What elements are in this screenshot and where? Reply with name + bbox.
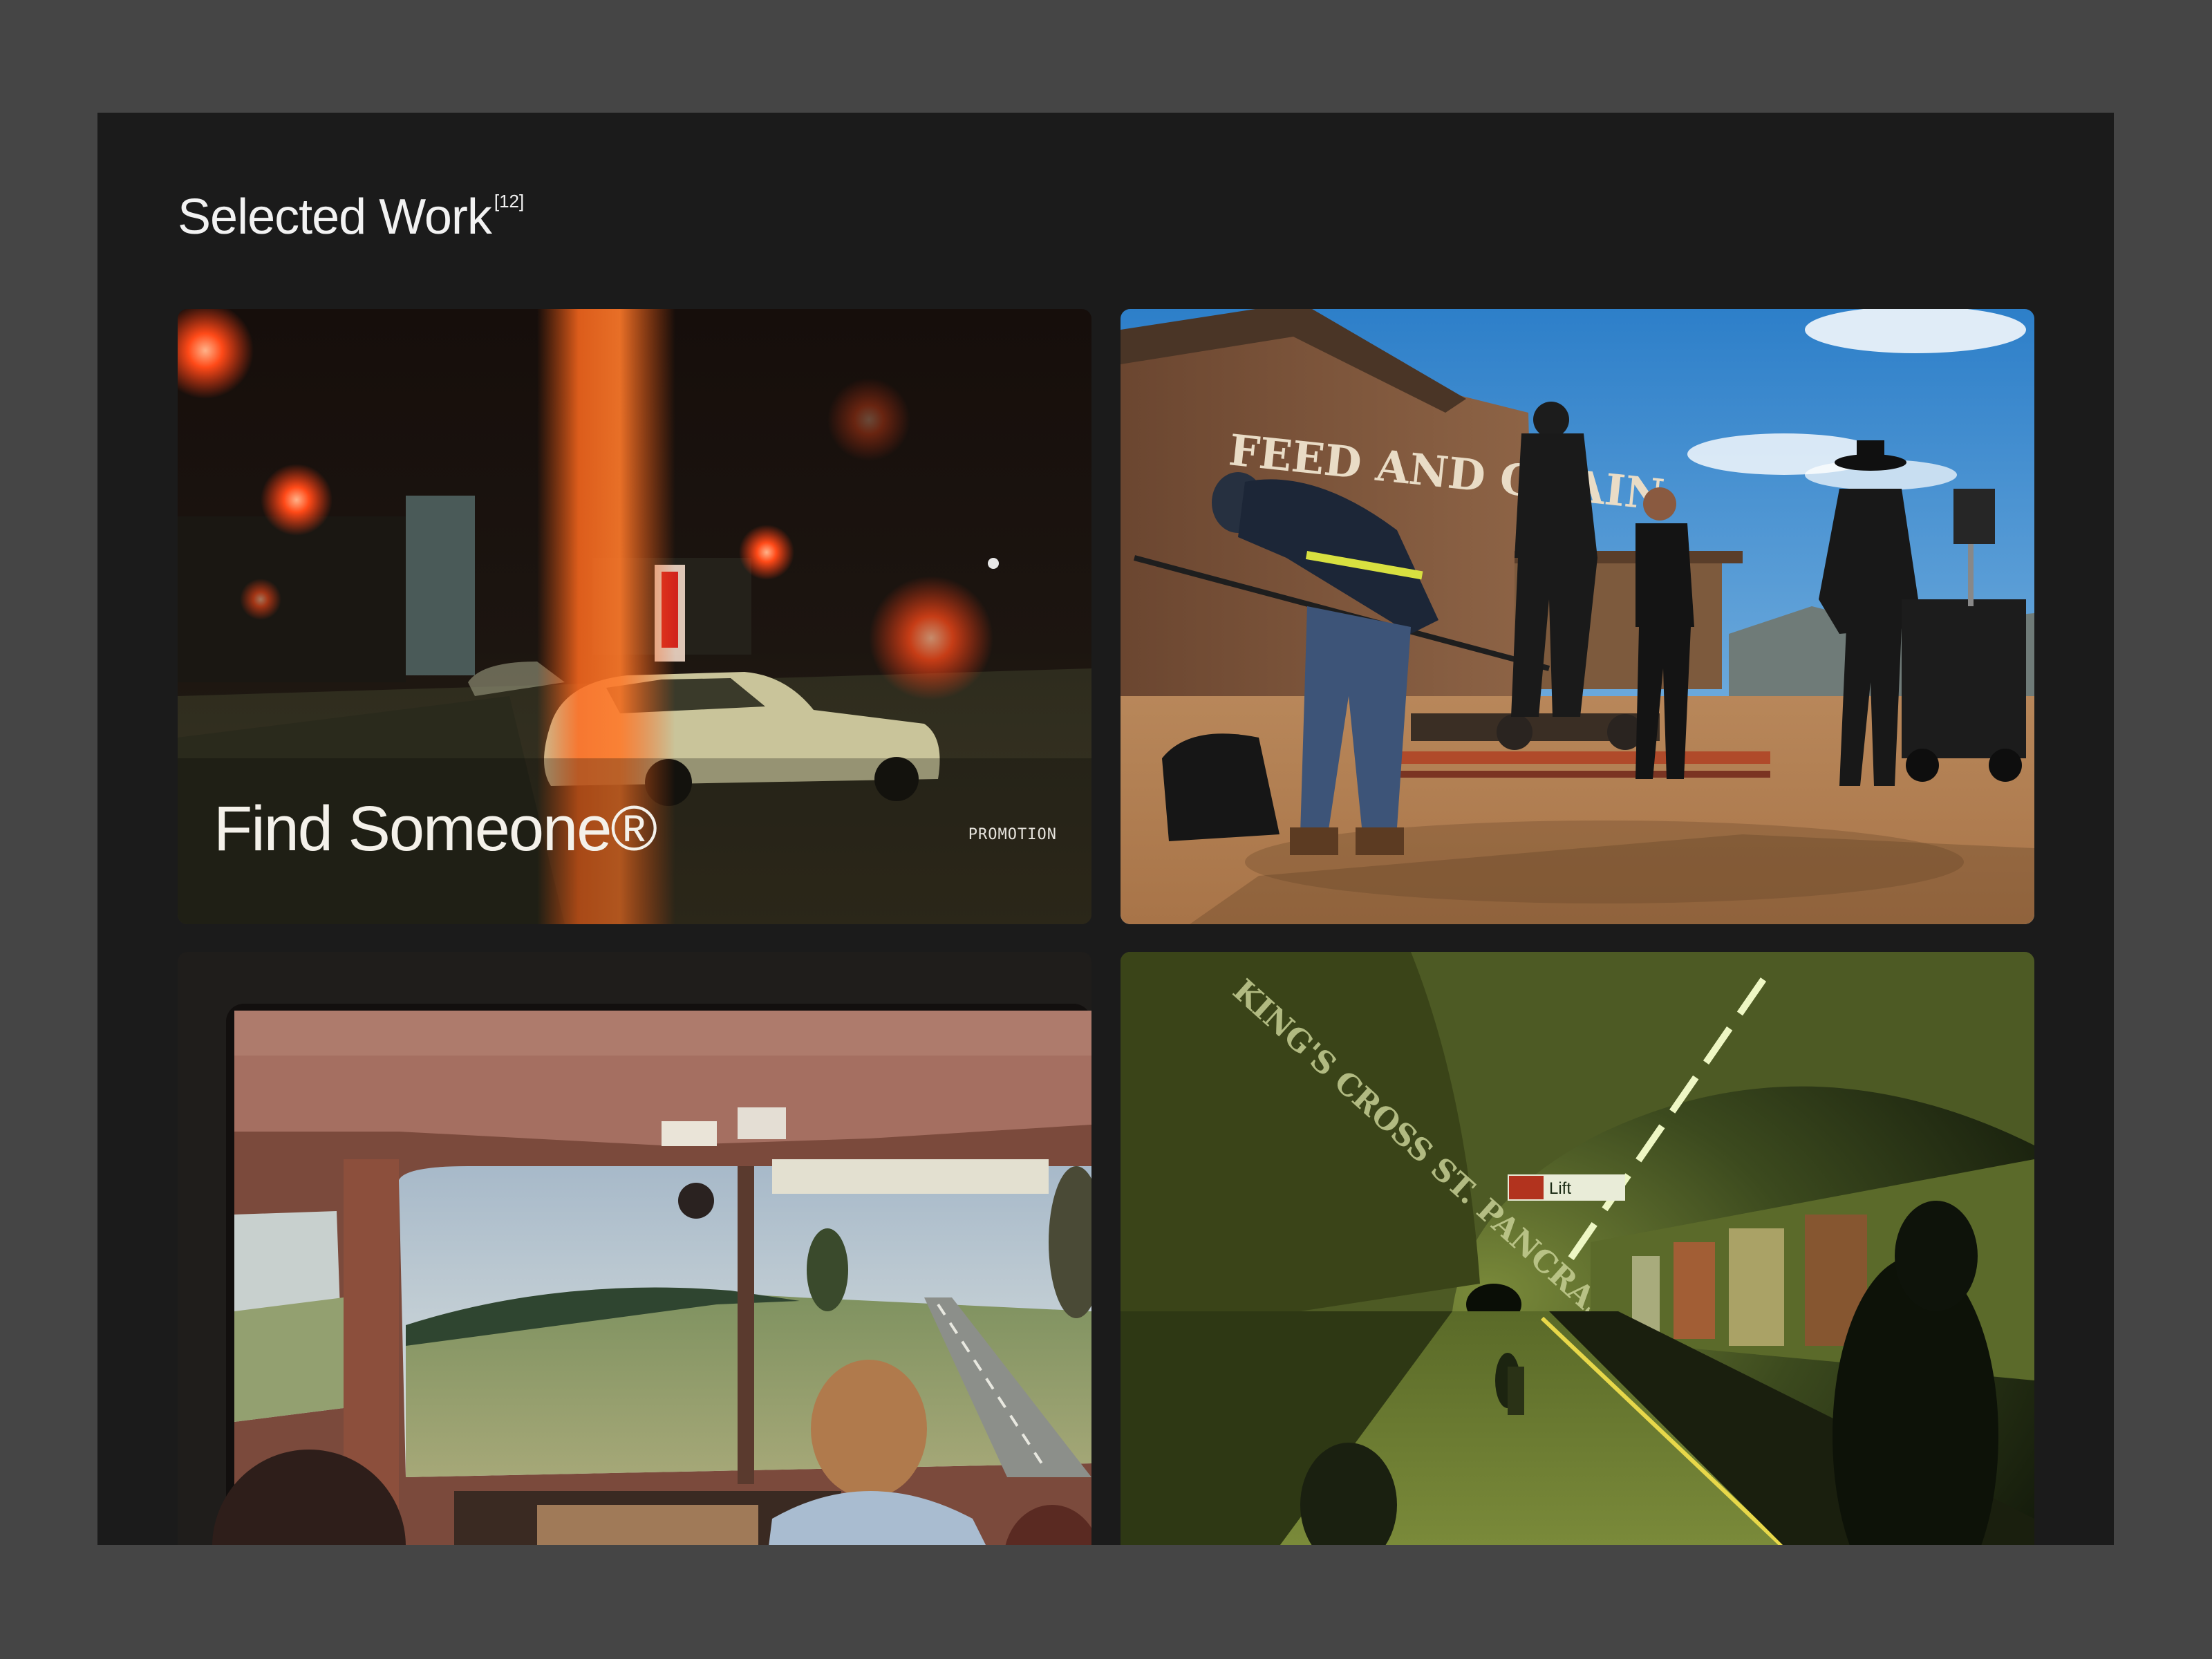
work-count: [12] bbox=[494, 191, 525, 212]
work-card-find-someone[interactable]: Find Someone® PROMOTION bbox=[178, 309, 1091, 924]
work-title: Find Someone® bbox=[214, 794, 657, 864]
bus-window-photo bbox=[178, 952, 1091, 1545]
work-category-tag: PROMOTION bbox=[968, 826, 1057, 843]
work-card-film-crew[interactable]: FEED AND GRAIN bbox=[1121, 309, 2034, 924]
work-card-bus-window[interactable] bbox=[178, 952, 1091, 1545]
section-title: Selected Work [12] bbox=[178, 189, 524, 258]
work-card-underground[interactable]: KING'S CROSS ST. PANCRAS Lift bbox=[1121, 952, 2034, 1545]
lift-sign-text: Lift bbox=[1549, 1179, 1571, 1198]
selected-work-panel: Selected Work [12] Find Someone® PROMOTI… bbox=[97, 113, 2114, 1545]
film-crew-photo: FEED AND GRAIN bbox=[1121, 309, 2034, 924]
underground-platform-photo: KING'S CROSS ST. PANCRAS Lift bbox=[1121, 952, 2034, 1545]
section-title-text: Selected Work bbox=[178, 189, 492, 245]
